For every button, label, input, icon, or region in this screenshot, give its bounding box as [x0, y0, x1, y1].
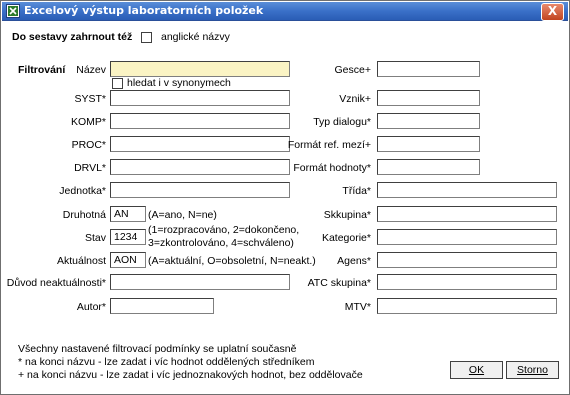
atc-label: ATC skupina*	[307, 277, 371, 289]
mtv-label: MTV*	[344, 301, 371, 313]
agens-label: Agens*	[337, 255, 371, 267]
note-line-2: * na konci názvu - lze zadat i víc hodno…	[18, 356, 315, 368]
druhotna-label: Druhotná	[62, 209, 106, 221]
druhotna-input[interactable]: AN	[110, 206, 146, 222]
kategorie-label: Kategorie*	[321, 232, 371, 244]
autor-label: Autor*	[76, 301, 106, 313]
note-line-3: + na konci názvu - lze zadat i víc jedno…	[18, 369, 363, 381]
komp-input[interactable]	[110, 113, 290, 129]
atc-input[interactable]	[377, 274, 557, 290]
kategorie-input[interactable]	[377, 229, 557, 245]
close-button[interactable]: X	[541, 3, 564, 21]
jednotka-label: Jednotka*	[59, 185, 106, 197]
proc-input[interactable]	[110, 136, 290, 152]
gesce-label: Gesce+	[334, 64, 371, 76]
drvl-label: DRVL*	[74, 162, 106, 174]
dialog-window: Excelový výstup laboratorních položek X …	[0, 0, 570, 395]
english-names-label: anglické názvy	[161, 31, 230, 43]
nazev-input[interactable]	[110, 61, 290, 77]
typ-dialogu-input[interactable]	[377, 113, 480, 129]
syst-input[interactable]	[110, 90, 290, 106]
komp-label: KOMP*	[70, 116, 106, 128]
proc-label: PROC*	[71, 139, 106, 151]
gesce-input[interactable]	[377, 61, 480, 77]
english-names-checkbox[interactable]	[141, 32, 152, 43]
skkupina-input[interactable]	[377, 206, 557, 222]
agens-input[interactable]	[377, 252, 557, 268]
druhotna-hint: (A=ano, N=ne)	[148, 209, 217, 221]
format-ref-label: Formát ref. mezí+	[287, 139, 371, 151]
trida-label: Třída*	[342, 185, 371, 197]
format-hodnoty-input[interactable]	[377, 159, 480, 175]
format-ref-input[interactable]	[377, 136, 480, 152]
vznik-input[interactable]	[377, 90, 480, 106]
dialog-content: Do sestavy zahrnout též anglické názvy F…	[2, 21, 568, 394]
nazev-label: Název	[76, 64, 106, 76]
include-label: Do sestavy zahrnout též	[12, 31, 133, 43]
format-hodnoty-label: Formát hodnoty*	[293, 162, 371, 174]
autor-input[interactable]	[110, 298, 214, 314]
syst-label: SYST*	[74, 93, 106, 105]
storno-button-label: Storno	[517, 364, 548, 376]
app-icon	[6, 4, 20, 18]
skkupina-label: Skkupina*	[323, 209, 371, 221]
jednotka-input[interactable]	[110, 182, 290, 198]
title-bar[interactable]: Excelový výstup laboratorních položek X	[2, 2, 568, 21]
ok-button[interactable]: OK	[450, 361, 503, 379]
duvod-input[interactable]	[110, 274, 290, 290]
ok-button-label: OK	[468, 364, 485, 376]
window-title: Excelový výstup laboratorních položek	[24, 4, 264, 17]
synonyms-label: hledat i v synonymech	[127, 77, 231, 89]
aktualnost-input[interactable]: AON	[110, 252, 146, 268]
synonyms-checkbox[interactable]	[112, 78, 123, 89]
stav-label: Stav	[84, 232, 106, 244]
note-line-1: Všechny nastavené filtrovací podmínky se…	[18, 343, 297, 355]
aktualnost-label: Aktuálnost	[56, 255, 106, 267]
storno-button[interactable]: Storno	[506, 361, 559, 379]
drvl-input[interactable]	[110, 159, 290, 175]
typ-dialogu-label: Typ dialogu*	[313, 116, 371, 128]
stav-input[interactable]: 1234	[110, 229, 146, 245]
close-icon: X	[547, 4, 558, 18]
trida-input[interactable]	[377, 182, 557, 198]
duvod-label: Důvod neaktuálnosti*	[6, 277, 106, 289]
mtv-input[interactable]	[377, 298, 557, 314]
vznik-label: Vznik+	[339, 93, 371, 105]
